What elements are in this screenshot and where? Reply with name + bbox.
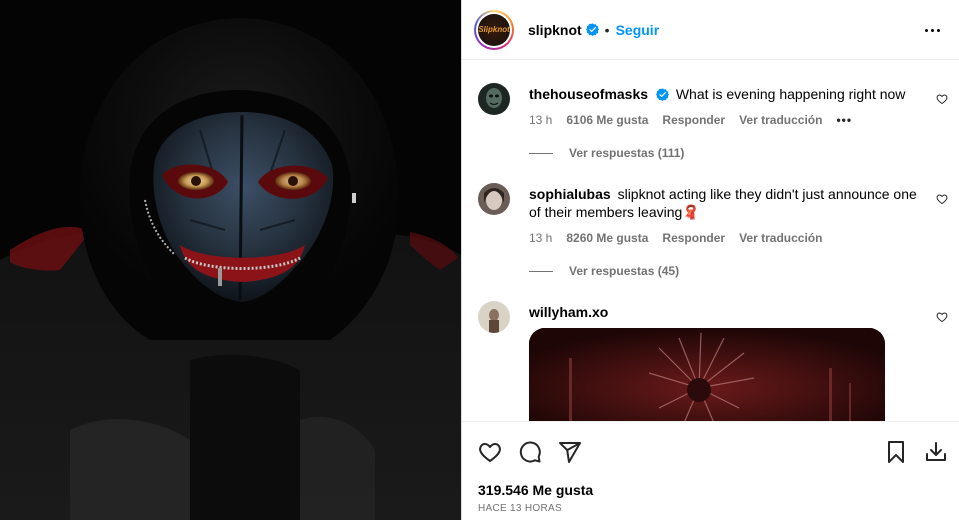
reply-button[interactable]: Responder — [662, 229, 725, 247]
comment-meta: 13 h 6106 Me gusta Responder Ver traducc… — [529, 111, 929, 129]
comment-likes[interactable]: 6106 Me gusta — [566, 111, 648, 129]
comment-time[interactable]: 13 h — [529, 229, 552, 247]
comments-list[interactable]: thehouseofmasks What is evening happenin… — [462, 61, 959, 421]
comment-username[interactable]: willyham.xo — [529, 304, 608, 320]
comment-meta: 13 h 8260 Me gusta Responder Ver traducc… — [529, 229, 929, 247]
replies-divider — [529, 270, 553, 272]
post-media[interactable] — [0, 0, 461, 520]
download-icon[interactable] — [924, 440, 948, 464]
share-icon[interactable] — [558, 440, 582, 464]
comment-heart-icon[interactable] — [936, 93, 948, 105]
follow-button[interactable]: Seguir — [616, 22, 660, 38]
avatar[interactable]: Slipknot — [474, 9, 514, 50]
comment-gif[interactable] — [529, 328, 885, 421]
post-username[interactable]: slipknot — [528, 22, 582, 38]
gif-image — [529, 328, 885, 421]
post-likes-count[interactable]: 319.546 Me gusta — [478, 482, 593, 498]
post-timestamp[interactable]: HACE 13 HORAS — [478, 503, 562, 514]
comment-avatar[interactable] — [478, 183, 510, 215]
post-actions: 319.546 Me gusta HACE 13 HORAS — [462, 421, 959, 520]
comment-avatar[interactable] — [478, 83, 510, 115]
bookmark-icon[interactable] — [884, 440, 908, 464]
heart-icon[interactable] — [478, 440, 502, 464]
view-replies-label: Ver respuestas (111) — [569, 146, 685, 160]
more-icon[interactable] — [920, 20, 944, 40]
instagram-post: Slipknot slipknot • Seguir thehouseofmas… — [0, 0, 959, 520]
post-header: Slipknot slipknot • Seguir — [462, 0, 959, 60]
translate-button[interactable]: Ver traducción — [739, 229, 822, 247]
verified-icon — [655, 88, 669, 101]
comment-text: What is evening happening right now — [675, 86, 906, 102]
comment-avatar[interactable] — [478, 301, 510, 333]
post-side-panel: Slipknot slipknot • Seguir thehouseofmas… — [461, 0, 959, 520]
masked-figure-image — [0, 0, 461, 520]
comment-username[interactable]: sophialubas — [529, 186, 611, 202]
comment-options-icon[interactable]: ••• — [836, 111, 852, 129]
comment-heart-icon[interactable] — [936, 311, 948, 323]
comment-icon[interactable] — [518, 440, 542, 464]
view-replies-button[interactable]: Ver respuestas (45) — [529, 264, 679, 278]
comment-heart-icon[interactable] — [936, 193, 948, 205]
avatar-logo: Slipknot — [478, 13, 510, 46]
verified-icon — [585, 23, 599, 36]
comment-username[interactable]: thehouseofmasks — [529, 86, 648, 102]
translate-button[interactable]: Ver traducción — [739, 111, 822, 129]
comment-likes[interactable]: 8260 Me gusta — [566, 229, 648, 247]
view-replies-button[interactable]: Ver respuestas (111) — [529, 146, 684, 160]
replies-divider — [529, 152, 553, 154]
separator-dot: • — [604, 21, 610, 38]
reply-button[interactable]: Responder — [662, 111, 725, 129]
view-replies-label: Ver respuestas (45) — [569, 264, 680, 278]
comment-time[interactable]: 13 h — [529, 111, 552, 129]
